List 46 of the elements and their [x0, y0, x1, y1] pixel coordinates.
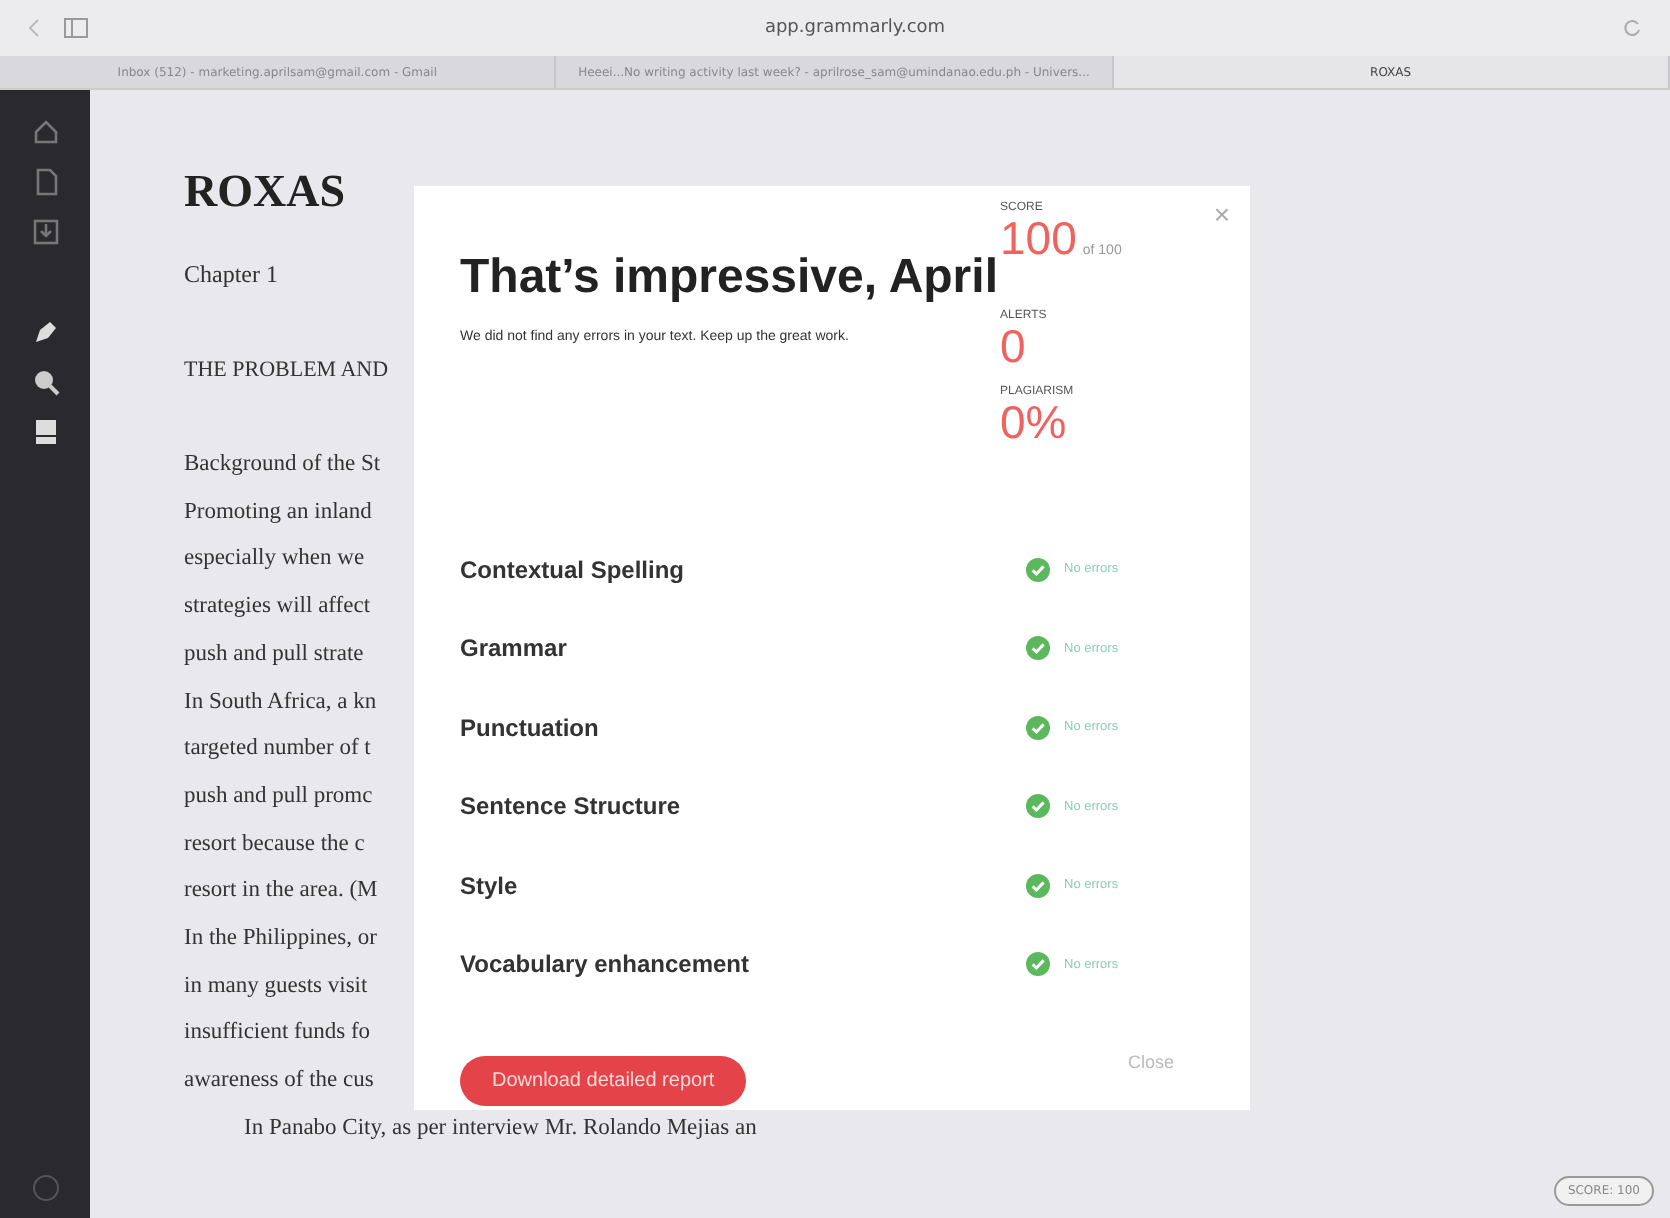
download-button[interactable]: Download detailed report [460, 1056, 747, 1106]
document-line: awareness of the cus [184, 1066, 374, 1097]
reload-icon[interactable] [1622, 18, 1642, 38]
document-title: ROXAS [184, 166, 346, 218]
help-icon[interactable] [31, 1174, 59, 1202]
check-name: Grammar [460, 634, 569, 663]
section-heading: THE PROBLEM AND [184, 356, 389, 386]
document-line: insufficient funds fo [184, 1018, 371, 1049]
home-icon[interactable] [31, 118, 59, 146]
document-line: In Panabo City, as per interview Mr. Rolando Mejias an [242, 1113, 757, 1144]
check-name: Contextual Spelling [460, 555, 687, 584]
stat-value: 100 [1000, 214, 1077, 262]
stat-value: 0 [1000, 322, 1026, 370]
download-icon[interactable] [31, 218, 59, 246]
book-icon[interactable] [31, 418, 59, 446]
stat-value: 0% [1000, 398, 1067, 446]
document-line: targeted number of t [184, 734, 371, 765]
dialog-title: That’s impressive, April [460, 250, 1000, 306]
check-name: Sentence Structure [460, 792, 683, 821]
document-line: Background of the St [184, 450, 381, 480]
check-name: Vocabulary enhancement [460, 950, 751, 979]
check-icon [1026, 557, 1050, 582]
check-icon [1026, 873, 1050, 898]
sidebar-toggle-icon[interactable] [64, 18, 88, 38]
pen-icon[interactable] [31, 318, 59, 346]
check-icon [1026, 794, 1050, 819]
document-line: strategies will affect [184, 592, 371, 623]
document-line: push and pull promc [184, 781, 373, 812]
document-line: Promoting an inland [184, 497, 372, 528]
check-name: Punctuation [460, 713, 601, 742]
document-line: In the Philippines, or [184, 924, 377, 955]
document-line: In South Africa, a kn [184, 687, 377, 718]
check-icon [1026, 715, 1050, 740]
document-line: especially when we [184, 544, 365, 575]
close-link[interactable]: Close [1127, 1051, 1174, 1071]
document-line: resort because the c [184, 829, 365, 860]
chapter-label: Chapter 1 [184, 258, 278, 292]
search-icon[interactable] [31, 368, 59, 396]
document-line: resort in the area. (M [184, 876, 378, 907]
address-field[interactable]: app.grammarly.com [112, 18, 1598, 38]
check-icon [1026, 636, 1050, 661]
check-name: Style [460, 871, 520, 900]
check-icon [1026, 952, 1050, 977]
document-icon[interactable] [31, 168, 59, 196]
document-line: in many guests visit [184, 971, 368, 1002]
document-line: push and pull strate [184, 639, 364, 670]
